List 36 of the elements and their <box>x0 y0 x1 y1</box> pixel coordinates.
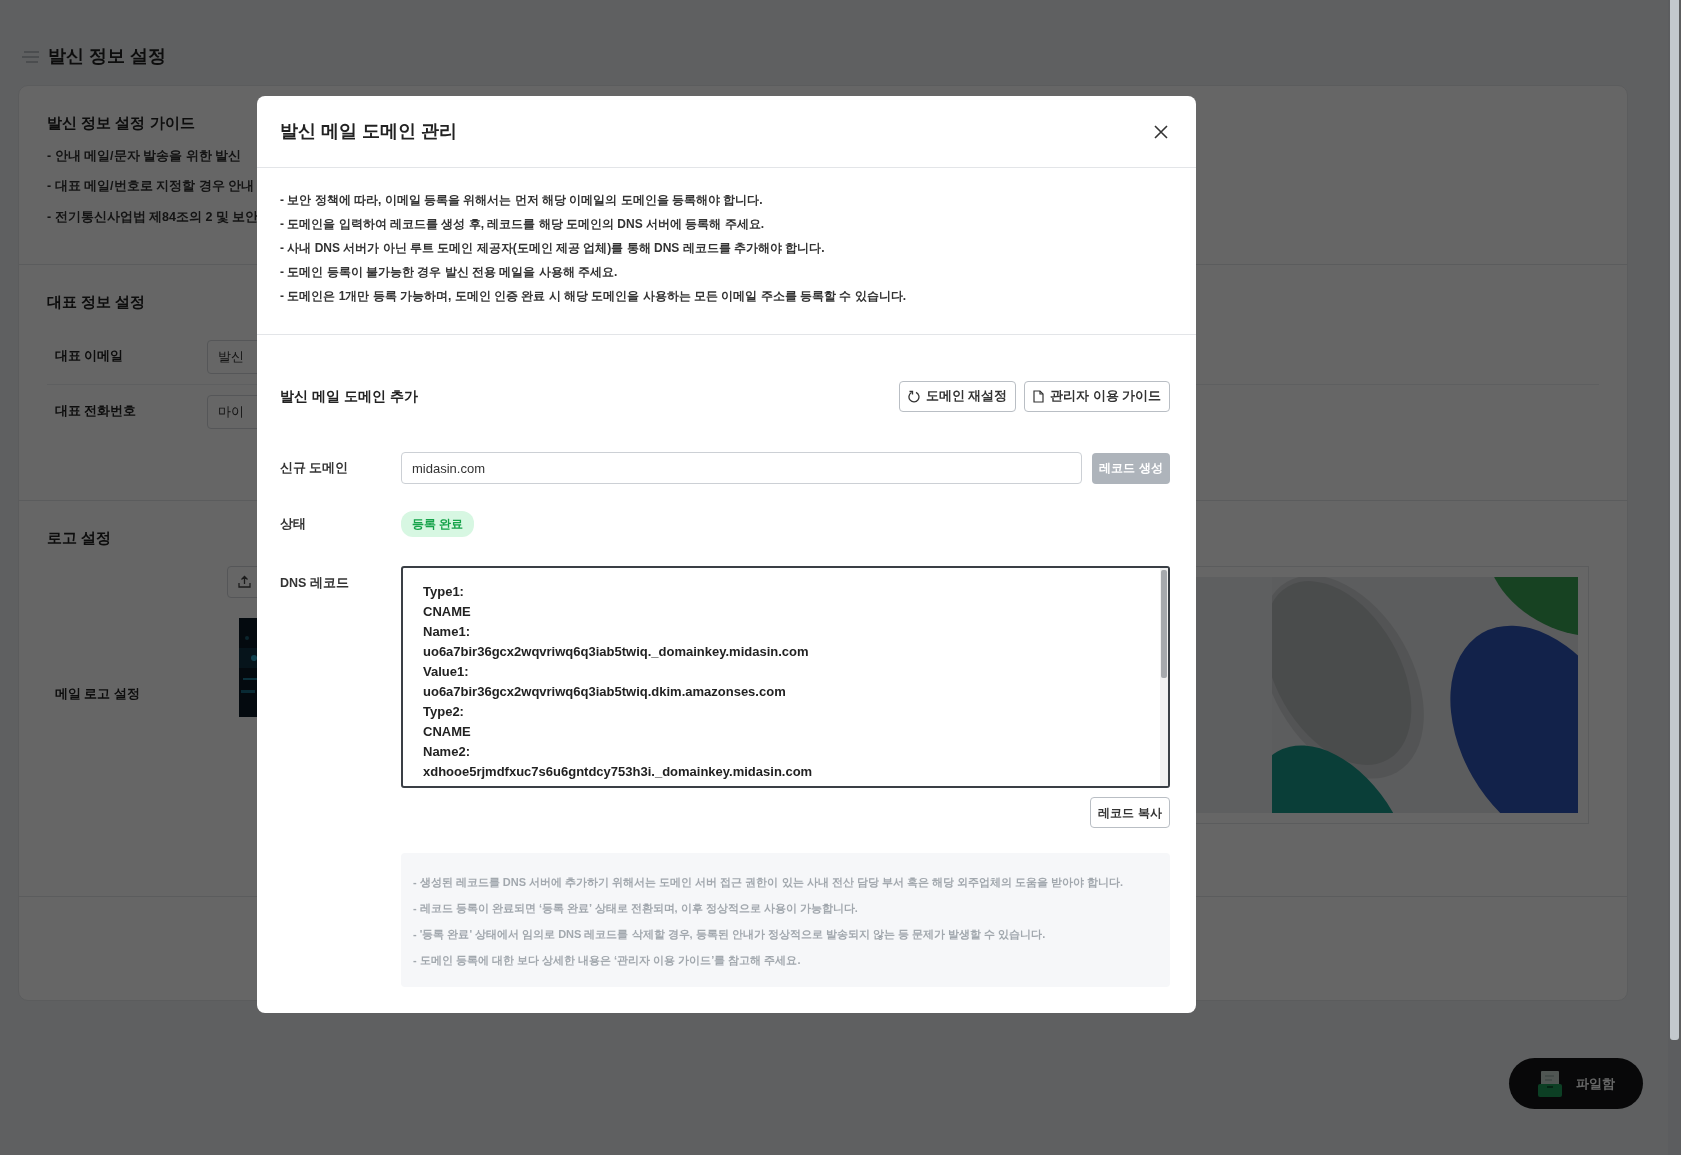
close-icon <box>1154 124 1168 139</box>
field-label: 상태 <box>280 515 307 533</box>
scrollbar[interactable] <box>1160 568 1168 786</box>
section-title: 발신 메일 도메인 추가 <box>280 387 418 406</box>
guide-text: - 대표 메일/번호로 지정할 경우 안내 <box>47 178 254 196</box>
field-label: 신규 도메인 <box>280 459 350 477</box>
field-label: 대표 전화번호 <box>55 403 138 421</box>
file-box-icon <box>1537 1070 1562 1097</box>
field-label: DNS 레코드 <box>280 575 350 592</box>
document-icon <box>1033 390 1045 403</box>
guide-text: - 보안 정책에 따라, 이메일 등록을 위해서는 먼저 해당 이메일의 도메인을 등록해야 합니다. <box>280 192 764 209</box>
dialog-title: 발신 메일 도메인 관리 <box>280 120 457 143</box>
page-title: 발신 정보 설정 <box>48 45 166 68</box>
domain-input[interactable]: midasin.com <box>401 452 1082 484</box>
guide-text: - 사내 DNS 서버가 아닌 루트 도메인 제공자(도메인 제공 업체)를 통해 DNS 레코드를 추가해야 합니다. <box>280 240 826 257</box>
notice-text: - 생성된 레코드를 DNS 서버에 추가하기 위해서는 도메인 서버 접근 권한이 있는 사내 전산 담당 부서 혹은 해당 외주업체의 도움을 받아야 합니다. <box>413 875 1124 890</box>
guide-text: - 안내 메일/문자 발송을 위한 발신 <box>47 147 241 165</box>
guide-text: - 도메인 등록이 불가능한 경우 발신 전용 메일을 사용해 주세요. <box>280 264 619 281</box>
status-badge: 등록 완료 <box>401 511 475 537</box>
notice-text: - '등록 완료' 상태에서 임의로 DNS 레코드를 삭제할 경우, 등록된 안내가 정상적으로 발송되지 않는 등 문제가 발생할 수 있습니다. <box>413 927 1046 942</box>
guide-text: - 도메인을 입력하여 레코드를 생성 후, 레코드를 해당 도메인의 DNS 서버에 등록해 주세요. <box>280 216 765 233</box>
guide-text: - 도메인은 1개만 등록 가능하며, 도메인 인증 완료 시 해당 도메인을 사용하는 모든 이메일 주소를 등록할 수 있습니다. <box>280 288 907 305</box>
reset-icon <box>907 390 920 403</box>
upload-icon <box>238 575 251 588</box>
dns-record-field[interactable]: Type1: CNAME Name1: uo6a7bir36gcx2wqvriwq6q3iab5twiq._domainkey.midasin.com Value1: uo6a7bir36gcx2wqvriwq6q3iab5twiq.dkim.amazonses.com Type2: CNAME Name2: xdhooe5rjmdfxuc7s6u6gntdcy753h3i._domainkey.midasin.com <box>401 566 1170 788</box>
admin-guide-button[interactable]: 관리자 이용 가이드 <box>1024 381 1170 412</box>
reset-domain-button[interactable]: 도메인 재설정 <box>898 381 1017 412</box>
notice-text: - 도메인 등록에 대한 보다 상세한 내용은 ‘관리자 이용 가이드’를 참고해 주세요. <box>413 953 801 968</box>
section-title: 대표 정보 설정 <box>47 292 146 312</box>
copy-record-button[interactable]: 레코드 복사 <box>1090 797 1170 828</box>
section-title: 로고 설정 <box>47 528 112 548</box>
notice-text: - 레코드 등록이 완료되면 ‘등록 완료’ 상태로 전환되며, 이후 정상적으로 사용이 가능합니다. <box>413 901 858 916</box>
field-label: 메일 로고 설정 <box>55 686 140 701</box>
guide-text: - 전기통신사업법 제84조의 2 및 보안 <box>47 209 259 226</box>
section-title: 발신 정보 설정 가이드 <box>47 113 195 133</box>
field-label: 대표 이메일 <box>55 348 125 366</box>
